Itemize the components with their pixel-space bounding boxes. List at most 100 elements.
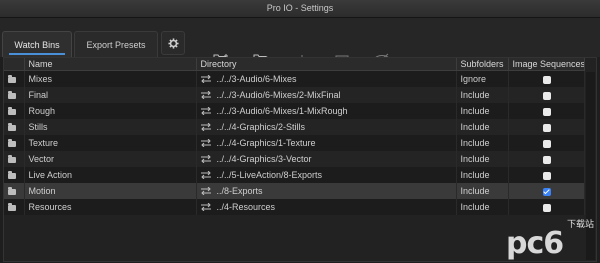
watermark-logo: pc6 — [506, 226, 564, 261]
row-directory[interactable]: ../../3-Audio/6-Mixes/1-MixRough — [217, 106, 348, 116]
row-directory[interactable]: ../../4-Graphics/3-Vector — [217, 154, 312, 164]
row-icon-cell — [4, 151, 25, 167]
row-directory-cell: ../8-Exports — [196, 183, 457, 199]
image-sequences-checkbox[interactable] — [542, 107, 551, 116]
row-subfolders[interactable]: Ignore — [456, 70, 509, 87]
row-image-sequences-cell — [508, 119, 585, 135]
table-row[interactable]: Final ../../3-Audio/6-Mixes/2-MixFinal Inc… — [4, 87, 585, 103]
image-sequences-checkbox[interactable] — [542, 203, 551, 212]
swap-arrows-icon[interactable] — [200, 155, 211, 163]
folder-icon — [8, 90, 16, 99]
watermark: pc6 下载站 — [506, 215, 596, 259]
column-header-image-sequences[interactable]: Image Sequences — [508, 58, 585, 71]
row-directory-cell: ../../4-Graphics/2-Stills — [196, 119, 457, 135]
row-directory[interactable]: ../../5-LiveAction/8-Exports — [217, 170, 323, 180]
row-icon-cell — [4, 103, 25, 119]
row-icon-cell — [4, 183, 25, 199]
row-directory[interactable]: ../8-Exports — [217, 186, 263, 196]
folder-icon — [8, 122, 16, 131]
row-image-sequences-cell — [508, 70, 585, 87]
folder-icon — [8, 170, 16, 179]
row-directory[interactable]: ../../4-Graphics/2-Stills — [217, 122, 306, 132]
folder-icon — [8, 106, 16, 115]
table-row[interactable]: Resources ../4-Resources Include — [4, 199, 585, 215]
row-directory-cell: ../4-Resources — [196, 199, 457, 215]
row-image-sequences-cell — [508, 135, 585, 151]
swap-arrows-icon[interactable] — [200, 75, 211, 83]
table-row[interactable]: Motion ../8-Exports Include — [4, 183, 585, 199]
row-subfolders[interactable]: Include — [456, 167, 509, 183]
row-subfolders[interactable]: Include — [456, 119, 509, 135]
table-row[interactable]: Texture ../../4-Graphics/1-Texture Include — [4, 135, 585, 151]
row-image-sequences-cell — [508, 151, 585, 167]
row-icon-cell — [4, 167, 25, 183]
table-row[interactable]: Live Action ../../5-LiveAction/8-Exports I… — [4, 167, 585, 183]
row-name: Stills — [24, 119, 197, 135]
row-directory[interactable]: ../4-Resources — [217, 202, 276, 212]
toolbar: Watch Bins Export Presets — [0, 18, 600, 65]
row-directory-cell: ../../5-LiveAction/8-Exports — [196, 167, 457, 183]
image-sequences-checkbox[interactable] — [542, 123, 551, 132]
row-name: Rough — [24, 103, 197, 119]
image-sequences-checkbox[interactable] — [542, 171, 551, 180]
window-title: Pro IO - Settings — [0, 0, 600, 18]
row-name: Final — [24, 87, 197, 103]
column-header-name[interactable]: Name — [24, 58, 197, 71]
image-sequences-checkbox[interactable] — [542, 75, 551, 84]
row-name: Texture — [24, 135, 197, 151]
folder-icon — [8, 74, 16, 83]
row-subfolders[interactable]: Include — [456, 103, 509, 119]
image-sequences-checkbox[interactable] — [542, 91, 551, 100]
row-icon-cell — [4, 119, 25, 135]
watermark-text: 下载站 — [566, 219, 594, 229]
column-header-directory[interactable]: Directory — [196, 58, 457, 71]
row-directory-cell: ../../3-Audio/6-Mixes/2-MixFinal — [196, 87, 457, 103]
row-directory-cell: ../../4-Graphics/1-Texture — [196, 135, 457, 151]
row-directory-cell: ../../3-Audio/6-Mixes/1-MixRough — [196, 103, 457, 119]
row-icon-cell — [4, 87, 25, 103]
row-image-sequences-cell — [508, 103, 585, 119]
row-name: Motion — [24, 183, 197, 199]
row-subfolders[interactable]: Include — [456, 135, 509, 151]
image-sequences-checkbox[interactable] — [542, 187, 551, 196]
column-header-icon — [4, 58, 25, 71]
tab-watch-bins[interactable]: Watch Bins — [2, 31, 72, 57]
row-subfolders[interactable]: Include — [456, 183, 509, 199]
row-name: Vector — [24, 151, 197, 167]
row-directory[interactable]: ../../4-Graphics/1-Texture — [217, 138, 316, 148]
row-icon-cell — [4, 135, 25, 151]
row-name: Live Action — [24, 167, 197, 183]
settings-button[interactable] — [161, 31, 185, 55]
row-image-sequences-cell — [508, 183, 585, 199]
row-subfolders[interactable]: Include — [456, 151, 509, 167]
table-row[interactable]: Stills ../../4-Graphics/2-Stills Include — [4, 119, 585, 135]
swap-arrows-icon[interactable] — [200, 139, 211, 147]
row-directory[interactable]: ../../3-Audio/6-Mixes/2-MixFinal — [217, 90, 341, 100]
swap-arrows-icon[interactable] — [200, 91, 211, 99]
swap-arrows-icon[interactable] — [200, 171, 211, 179]
swap-arrows-icon[interactable] — [200, 187, 211, 195]
row-directory-cell: ../../4-Graphics/3-Vector — [196, 151, 457, 167]
row-name: Resources — [24, 199, 197, 215]
swap-arrows-icon[interactable] — [200, 107, 211, 115]
row-icon-cell — [4, 199, 25, 215]
swap-arrows-icon[interactable] — [200, 203, 211, 211]
row-name: Mixes — [24, 70, 197, 87]
gear-icon — [167, 37, 179, 49]
image-sequences-checkbox[interactable] — [542, 155, 551, 164]
tab-export-presets[interactable]: Export Presets — [74, 31, 158, 57]
row-directory-cell: ../../3-Audio/6-Mixes — [196, 70, 457, 87]
row-image-sequences-cell — [508, 167, 585, 183]
folder-icon — [8, 154, 16, 163]
table-row[interactable]: Rough ../../3-Audio/6-Mixes/1-MixRough Inc… — [4, 103, 585, 119]
swap-arrows-icon[interactable] — [200, 123, 211, 131]
folder-icon — [8, 138, 16, 147]
row-directory[interactable]: ../../3-Audio/6-Mixes — [217, 74, 297, 84]
row-image-sequences-cell — [508, 199, 585, 215]
column-header-subfolders[interactable]: Subfolders — [456, 58, 509, 71]
table-row[interactable]: Mixes ../../3-Audio/6-Mixes Ignore — [4, 70, 585, 87]
table-row[interactable]: Vector ../../4-Graphics/3-Vector Include — [4, 151, 585, 167]
row-subfolders[interactable]: Include — [456, 87, 509, 103]
row-subfolders[interactable]: Include — [456, 199, 509, 215]
image-sequences-checkbox[interactable] — [542, 139, 551, 148]
